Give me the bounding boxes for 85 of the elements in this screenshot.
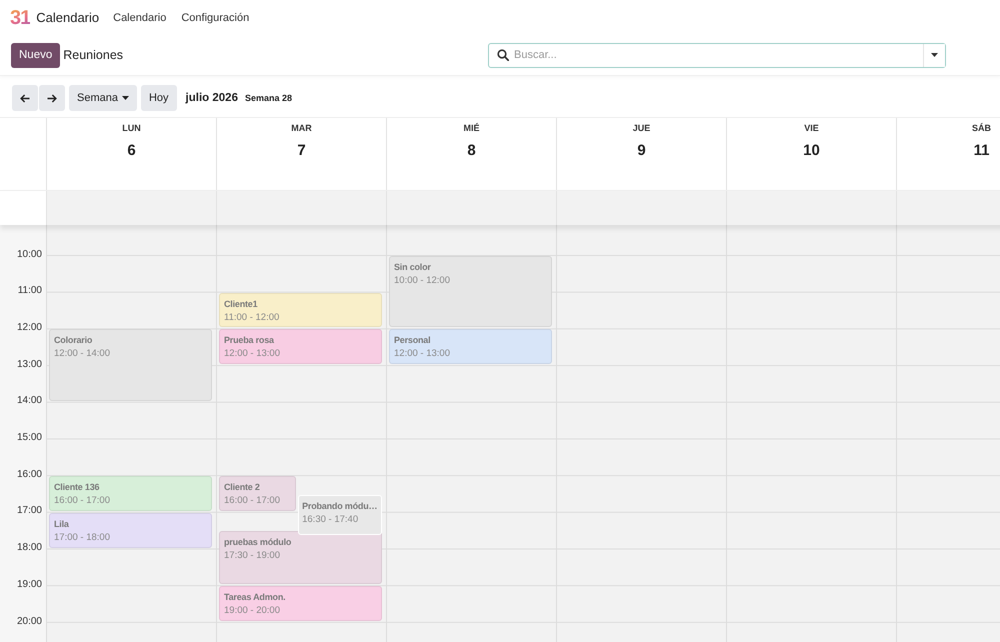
search-input[interactable]: Buscar... [514,44,923,66]
time-label: 12:00 [16,321,43,336]
menu-item[interactable]: Configuración [181,12,250,24]
day-name: MAR [291,122,312,134]
time-label: 17:00 [16,504,43,518]
time-label: 18:00 [16,541,43,556]
event-time: 16:30 - 17:40 [302,512,358,527]
event-time: 16:00 - 17:00 [224,494,280,508]
today-button[interactable]: Hoy [140,85,177,111]
time-label: 11:00 [18,284,43,298]
day-column[interactable]: Cliente1 11:00 - 12:00 Prueba rosa 12:00 - 13:00 Cliente 2 16:00 - 17:00 Probando módu… 16:30 - 17:40 pruebas módulo 17:30 - 19:00 Tareas Admon. 19:00 - 20:00 [216,225,386,642]
event-title: Lila [54,518,69,531]
day-number: 9 [637,142,646,160]
event-title: Probando módu… [302,500,378,513]
calendar-event[interactable]: pruebas módulo 17:30 - 19:00 [219,531,382,584]
event-title: Cliente 2 [224,481,260,494]
all-day-cell[interactable] [556,191,726,225]
calendar-event[interactable]: Personal 12:00 - 13:00 [389,329,552,364]
day-name: MIÉ [463,122,480,134]
time-label: 19:00 [16,578,43,592]
caret-icon [931,53,938,57]
time-label: 10:00 [16,248,43,262]
menu-item[interactable]: Calendario [113,12,166,24]
calendar-event[interactable]: Cliente 2 16:00 - 17:00 [219,476,296,511]
caret-icon [122,96,129,100]
week-label: Semana 28 [244,93,292,103]
time-label: 14:00 [16,394,43,408]
event-time: 12:00 - 14:00 [54,347,110,362]
calendar-event[interactable]: Probando módu… 16:30 - 17:40 [298,494,382,536]
scale-dropdown[interactable]: Semana [69,85,137,111]
search-icon [497,49,509,61]
time-label: 13:00 [16,358,43,372]
event-title: Prueba rosa [224,334,274,348]
arrow-right-icon [47,94,57,102]
all-day-cell[interactable] [46,191,216,225]
event-time: 10:00 - 12:00 [394,274,450,288]
day-number: 10 [803,142,820,160]
period-title: julio 2026 [186,92,238,104]
calendar-event[interactable]: Cliente1 11:00 - 12:00 [219,292,382,328]
day-number: 8 [467,142,476,160]
event-title: pruebas módulo [224,536,292,550]
day-name: JUE [632,122,650,134]
calendar-event[interactable]: Lila 17:00 - 18:00 [49,512,212,548]
day-number: 7 [297,142,306,160]
calendar-event[interactable]: Sin color 10:00 - 12:00 [389,256,552,328]
day-number: 11 [974,142,990,160]
search-field[interactable]: Buscar... [488,42,946,68]
event-time: 17:00 - 18:00 [54,530,110,545]
event-time: 19:00 - 20:00 [224,604,280,618]
event-time: 17:30 - 19:00 [224,549,280,564]
day-column[interactable]: Colorario 12:00 - 14:00 Cliente 136 16:00 - 17:00 Lila 17:00 - 18:00 [46,225,216,642]
day-column[interactable] [556,225,726,642]
event-title: Tareas Admon. [224,591,286,604]
time-label: 20:00 [16,614,43,629]
event-title: Sin color [394,261,431,274]
next-button[interactable] [39,85,65,111]
new-button[interactable]: Nuevo [11,42,60,68]
time-label: 15:00 [16,431,43,446]
event-time: 11:00 - 12:00 [224,310,280,325]
day-number: 6 [127,142,136,160]
event-time: 12:00 - 13:00 [394,347,450,362]
all-day-cell[interactable] [726,191,896,225]
day-name: VIE [804,122,819,134]
all-day-cell[interactable] [386,191,556,225]
calendar-event[interactable]: Colorario 12:00 - 14:00 [49,329,212,401]
event-time: 16:00 - 17:00 [54,494,110,508]
day-column[interactable]: Sin color 10:00 - 12:00 Personal 12:00 - 13:00 [386,225,556,642]
search-options-toggle[interactable] [923,44,945,66]
event-title: Cliente 136 [54,481,100,494]
app-name[interactable]: Calendario [36,10,100,25]
all-day-cell[interactable] [216,191,386,225]
breadcrumb: Reuniones [63,48,124,62]
arrow-left-icon [20,94,30,102]
previous-button[interactable] [12,85,38,111]
event-title: Cliente1 [224,298,258,311]
calendar-event[interactable]: Prueba rosa 12:00 - 13:00 [219,329,382,364]
event-time: 12:00 - 13:00 [224,347,280,362]
time-label: 16:00 [16,468,43,482]
event-title: Colorario [54,334,92,348]
day-name: LUN [122,122,141,134]
day-column[interactable] [726,225,896,642]
day-name: SÁB [972,122,991,134]
event-title: Personal [394,334,430,348]
calendar-event[interactable]: Tareas Admon. 19:00 - 20:00 [219,586,382,621]
calendar-event[interactable]: Cliente 136 16:00 - 17:00 [49,476,212,511]
